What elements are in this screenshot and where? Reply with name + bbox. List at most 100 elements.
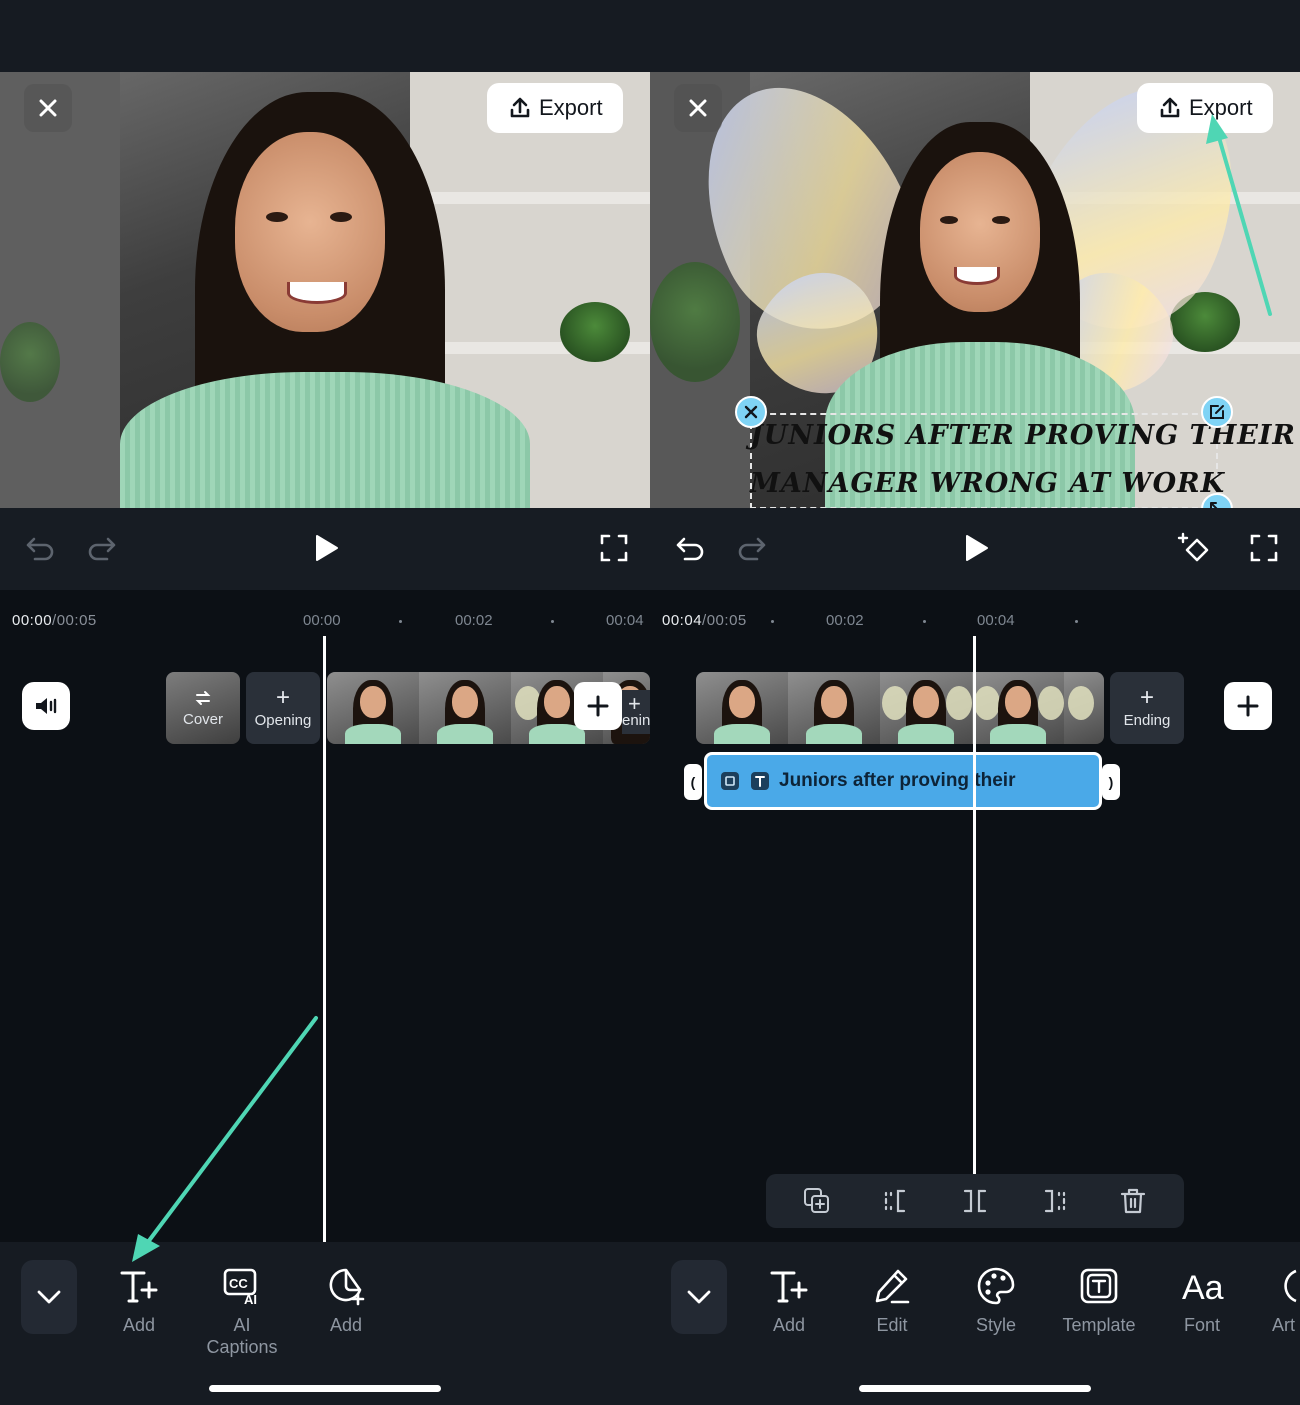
tool-font[interactable]: Aa Font	[1150, 1264, 1254, 1336]
close-icon	[744, 405, 758, 419]
close-icon	[39, 99, 57, 117]
tick-dot	[771, 620, 774, 623]
opening-tile[interactable]: + Opening	[246, 672, 320, 744]
clip-frame	[972, 672, 1064, 744]
trim-end-icon	[1044, 1189, 1066, 1213]
upload-icon	[510, 97, 530, 118]
close-button[interactable]	[24, 84, 72, 132]
tool-label: Add	[122, 1315, 156, 1335]
text-clip-left-handle[interactable]: (	[684, 764, 702, 800]
swap-icon	[195, 690, 211, 705]
caption-edit-handle[interactable]	[1201, 396, 1233, 428]
plus-icon: +	[275, 683, 290, 711]
text-clip[interactable]: Juniors after proving their	[704, 752, 1102, 810]
tool-add-text[interactable]: Add	[87, 1264, 191, 1336]
duplicate-icon	[804, 1188, 829, 1213]
trim-start-button[interactable]	[881, 1186, 911, 1216]
play-button[interactable]	[308, 530, 344, 566]
svg-text:CC: CC	[229, 1276, 248, 1291]
add-clip-button[interactable]	[1224, 682, 1272, 730]
svg-text:AI: AI	[244, 1292, 257, 1306]
trim-end-button[interactable]	[1039, 1186, 1069, 1216]
time-readout: 00:00/00:05	[12, 612, 97, 629]
tool-art[interactable]: Art	[1254, 1264, 1300, 1336]
text-clip-right-handle[interactable]: )	[1102, 764, 1120, 800]
clip-frame	[696, 672, 788, 744]
ending-tile[interactable]: + Ending	[1110, 672, 1184, 744]
split-icon	[963, 1189, 987, 1213]
font-icon: Aa	[1182, 1269, 1224, 1306]
tool-label: Style	[975, 1315, 1017, 1335]
svg-text:Aa: Aa	[1182, 1269, 1224, 1306]
delete-button[interactable]	[1118, 1186, 1148, 1216]
keyframe-button[interactable]	[1176, 530, 1212, 566]
collapse-button[interactable]	[21, 1260, 77, 1334]
undo-button[interactable]	[672, 530, 708, 566]
clip-frame	[788, 672, 880, 744]
export-label: Export	[1189, 95, 1253, 120]
fullscreen-button[interactable]	[596, 530, 632, 566]
redo-icon	[88, 537, 116, 561]
speaker-icon	[36, 698, 57, 714]
copy-icon	[721, 772, 739, 790]
opening-tile-edge: + ening	[622, 690, 650, 734]
video-clip-strip[interactable]	[696, 672, 1104, 744]
undo-button[interactable]	[22, 530, 58, 566]
tool-template[interactable]: Template	[1047, 1264, 1151, 1336]
video-preview[interactable]	[0, 72, 650, 508]
tool-label: Edit	[876, 1315, 908, 1335]
keyframe-icon	[1177, 532, 1209, 562]
tool-label: Font	[1183, 1315, 1221, 1335]
tool-style[interactable]: Style	[944, 1264, 1048, 1336]
split-button[interactable]	[960, 1186, 990, 1216]
export-label: Export	[539, 95, 603, 120]
left-editor-screen: Export 00:00/00:05 00:00 00:02 00:04 Cov…	[0, 0, 650, 1405]
home-indicator	[209, 1385, 441, 1392]
text-add-icon	[120, 1271, 158, 1303]
tool-label: Add	[329, 1315, 363, 1335]
opening-partial-label: ening	[622, 711, 650, 729]
redo-button[interactable]	[734, 530, 770, 566]
mute-button[interactable]	[22, 682, 70, 730]
tick-label: 00:04	[977, 612, 1015, 629]
add-clip-button[interactable]	[574, 682, 622, 730]
close-button[interactable]	[674, 84, 722, 132]
export-button[interactable]: Export	[487, 83, 623, 133]
total-time: /00:05	[702, 612, 747, 629]
playhead[interactable]	[323, 636, 326, 1242]
sticker-add-icon	[329, 1268, 365, 1306]
duplicate-button[interactable]	[802, 1186, 832, 1216]
tool-edit[interactable]: Edit	[840, 1264, 944, 1336]
cover-tile[interactable]: Cover	[166, 672, 240, 744]
collapse-button[interactable]	[671, 1260, 727, 1334]
plus-icon	[587, 695, 609, 717]
current-time: 00:04	[662, 612, 703, 629]
play-button[interactable]	[958, 530, 994, 566]
tool-add-text[interactable]: Add	[737, 1264, 841, 1336]
delete-icon	[1120, 1188, 1146, 1214]
export-button[interactable]: Export	[1137, 83, 1273, 133]
tick-dot	[399, 620, 402, 623]
cover-label: Cover	[182, 710, 223, 728]
tool-label: Add	[772, 1315, 806, 1335]
caption-line-2: Manager wrong at work	[750, 468, 1226, 499]
total-time: /00:05	[52, 612, 97, 629]
fullscreen-button[interactable]	[1246, 530, 1282, 566]
redo-button[interactable]	[84, 530, 120, 566]
play-icon	[316, 535, 338, 561]
tool-add-sticker[interactable]: Add	[294, 1264, 398, 1336]
pencil-icon	[875, 1269, 910, 1304]
clip-frame	[419, 672, 511, 744]
plus-icon: +	[1139, 683, 1154, 711]
caption-delete-handle[interactable]	[735, 396, 767, 428]
clip-frame	[880, 672, 972, 744]
tick-label: 00:02	[455, 612, 493, 629]
tool-label: Template	[1062, 1315, 1136, 1335]
plus-icon	[1237, 695, 1259, 717]
tool-ai-captions[interactable]: CC AI AI Captions	[190, 1264, 294, 1358]
opening-label: Opening	[254, 711, 312, 729]
clip-frame	[1064, 672, 1104, 744]
playhead[interactable]	[973, 636, 976, 1174]
tick-label: 00:00	[303, 612, 341, 629]
edit-icon	[1210, 405, 1224, 419]
